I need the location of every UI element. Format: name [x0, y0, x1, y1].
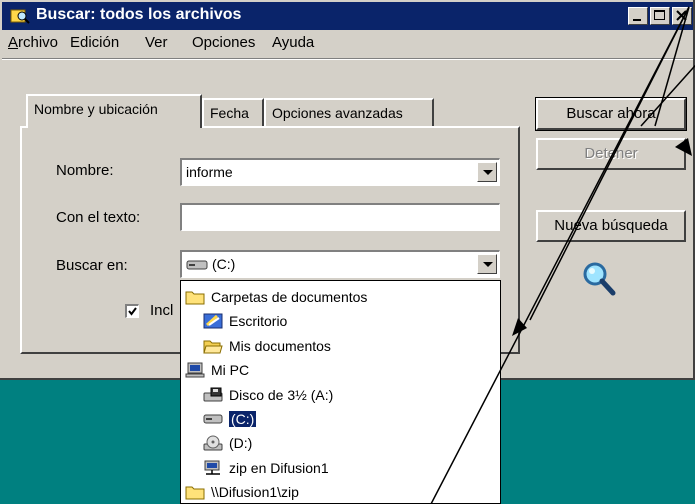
tab-opciones-avanzadas[interactable]: Opciones avanzadas	[264, 98, 434, 128]
menu-opciones[interactable]: Opciones	[192, 34, 255, 51]
list-item-label: (D:)	[229, 435, 253, 451]
magnifier-icon	[583, 262, 616, 296]
list-item[interactable]: Escritorio	[203, 309, 287, 333]
menu-separator	[2, 58, 693, 60]
hard-drive-icon	[203, 414, 223, 424]
close-button[interactable]	[672, 7, 692, 25]
detener-label: Detener	[584, 145, 638, 162]
tab-fecha-label: Fecha	[210, 105, 249, 121]
cd-drive-icon	[203, 435, 223, 451]
minimize-button[interactable]	[628, 7, 648, 25]
menu-opciones-label: Opciones	[192, 34, 256, 51]
folder-icon	[185, 291, 205, 305]
menu-edicion[interactable]: Edición	[70, 34, 119, 51]
tab-nombre-ubicacion-label: Nombre y ubicación	[34, 101, 158, 117]
minimize-icon	[633, 19, 641, 21]
nueva-busqueda-label: Nueva búsqueda	[554, 217, 668, 234]
list-item[interactable]: Mis documentos	[203, 334, 331, 358]
list-item[interactable]: zip en Difusion1	[203, 456, 329, 480]
nueva-busqueda-button[interactable]: Nueva búsqueda	[536, 210, 686, 242]
maximize-button[interactable]	[650, 7, 670, 25]
buscar-en-dropdown-list: Carpetas de documentos Escritorio Mis do…	[180, 280, 501, 504]
buscar-ahora-button[interactable]: Buscar ahora	[535, 97, 687, 131]
computer-icon	[185, 362, 205, 378]
detener-button[interactable]: Detener	[536, 138, 686, 170]
menu-ayuda[interactable]: Ayuda	[272, 34, 314, 51]
list-item-label: Disco de 3½ (A:)	[229, 387, 334, 403]
list-item[interactable]: (D:)	[203, 431, 252, 455]
tab-fecha[interactable]: Fecha	[202, 98, 264, 128]
list-item-label: zip en Difusion1	[229, 460, 329, 476]
list-item[interactable]: Disco de 3½ (A:)	[203, 383, 333, 407]
desktop-icon	[203, 313, 223, 329]
menu-archivo-label: rchivo	[18, 34, 59, 51]
floppy-drive-icon	[203, 387, 223, 402]
buscar-ahora-label: Buscar ahora	[566, 105, 656, 122]
folder-icon	[185, 486, 205, 500]
menu-ayuda-label: Ayuda	[272, 34, 315, 51]
maximize-icon	[654, 10, 665, 20]
tab-nombre-ubicacion[interactable]: Nombre y ubicación	[26, 94, 202, 128]
title-bar[interactable]: Buscar: todos los archivos	[2, 2, 693, 30]
list-item-label: \\Difusion1\zip	[211, 484, 299, 500]
window-title: Buscar: todos los archivos	[36, 6, 242, 23]
menu-ver[interactable]: Ver	[145, 34, 168, 51]
menu-edicion-label: Edición	[70, 34, 120, 51]
network-drive-icon	[204, 460, 220, 475]
list-item-label: Mi PC	[211, 362, 250, 378]
tab-opciones-avanzadas-label: Opciones avanzadas	[272, 105, 403, 121]
find-icon	[10, 9, 30, 24]
list-item[interactable]: Carpetas de documentos	[185, 285, 367, 309]
list-item-label: Carpetas de documentos	[211, 289, 368, 305]
open-folder-icon	[203, 340, 223, 354]
menu-ver-label: Ver	[145, 34, 168, 51]
list-item-label: Escritorio	[229, 313, 288, 329]
list-item[interactable]: \\Difusion1\zip	[185, 480, 299, 503]
list-item-label: Mis documentos	[229, 338, 331, 354]
list-item[interactable]: Mi PC	[185, 358, 249, 382]
list-item[interactable]: (C:)	[203, 407, 258, 431]
menu-archivo[interactable]: Archivo	[8, 34, 58, 51]
close-icon	[676, 10, 687, 21]
list-item-label: (C:)	[227, 410, 258, 428]
